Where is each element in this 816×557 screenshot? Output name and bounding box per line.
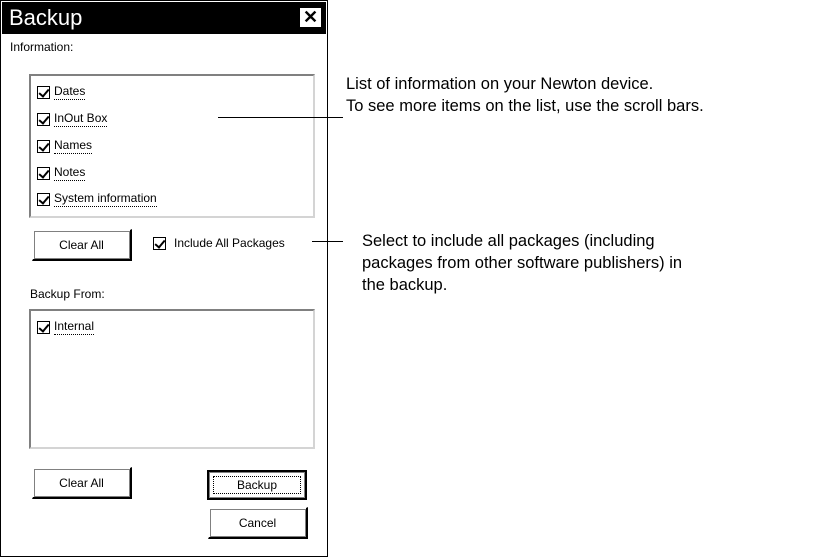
- backup-button[interactable]: Backup: [207, 470, 307, 500]
- checkbox-checked-icon[interactable]: [37, 166, 50, 180]
- callout-line-3: the backup.: [362, 276, 448, 294]
- checkbox-checked-icon[interactable]: [153, 236, 166, 250]
- include-all-packages-checkbox[interactable]: Include All Packages: [153, 234, 285, 252]
- clear-all-backup-from-button[interactable]: Clear All: [32, 467, 132, 499]
- list-item-label: System information: [54, 190, 157, 207]
- list-item-label: Dates: [54, 83, 86, 100]
- backup-dialog: Backup ✕ Information: Dates InOut Box Na…: [0, 0, 328, 557]
- backup-from-list[interactable]: Internal: [29, 309, 315, 449]
- list-item-label: Notes: [54, 164, 86, 181]
- list-item[interactable]: Names: [37, 135, 93, 157]
- list-item[interactable]: System information: [37, 188, 157, 210]
- callout-line-2: packages from other software publishers)…: [362, 254, 683, 272]
- information-label: Information:: [10, 40, 74, 54]
- backup-button-label: Backup: [236, 478, 278, 492]
- callout-line-2: To see more items on the list, use the s…: [346, 97, 704, 115]
- callout-line-1: List of information on your Newton devic…: [346, 75, 654, 93]
- checkbox-checked-icon[interactable]: [37, 112, 50, 126]
- callout-line-1: Select to include all packages (includin…: [362, 232, 655, 250]
- list-item-label: Internal: [54, 318, 95, 335]
- checkbox-checked-icon[interactable]: [37, 139, 50, 153]
- backup-from-label: Backup From:: [30, 287, 105, 301]
- checkbox-checked-icon[interactable]: [37, 320, 50, 334]
- list-item-label: InOut Box: [54, 110, 108, 127]
- checkbox-checked-icon[interactable]: [37, 192, 50, 206]
- callout-line-information: [218, 117, 343, 118]
- title-bar[interactable]: Backup ✕: [2, 2, 326, 34]
- checkbox-checked-icon[interactable]: [37, 85, 50, 99]
- list-item[interactable]: Internal: [37, 316, 95, 338]
- include-all-packages-label: Include All Packages: [174, 236, 285, 250]
- close-icon[interactable]: ✕: [299, 7, 322, 28]
- clear-all-information-button[interactable]: Clear All: [32, 229, 132, 261]
- dialog-title: Backup: [9, 5, 83, 30]
- callout-packages: Select to include all packages (includin…: [362, 230, 682, 296]
- callout-line-packages: [312, 241, 343, 242]
- cancel-button[interactable]: Cancel: [208, 507, 308, 539]
- information-list[interactable]: Dates InOut Box Names Notes System infor…: [29, 74, 315, 218]
- callout-information: List of information on your Newton devic…: [346, 73, 704, 117]
- list-item[interactable]: Notes: [37, 162, 86, 184]
- list-item[interactable]: Dates: [37, 81, 86, 103]
- list-item-label: Names: [54, 137, 93, 154]
- list-item[interactable]: InOut Box: [37, 108, 108, 130]
